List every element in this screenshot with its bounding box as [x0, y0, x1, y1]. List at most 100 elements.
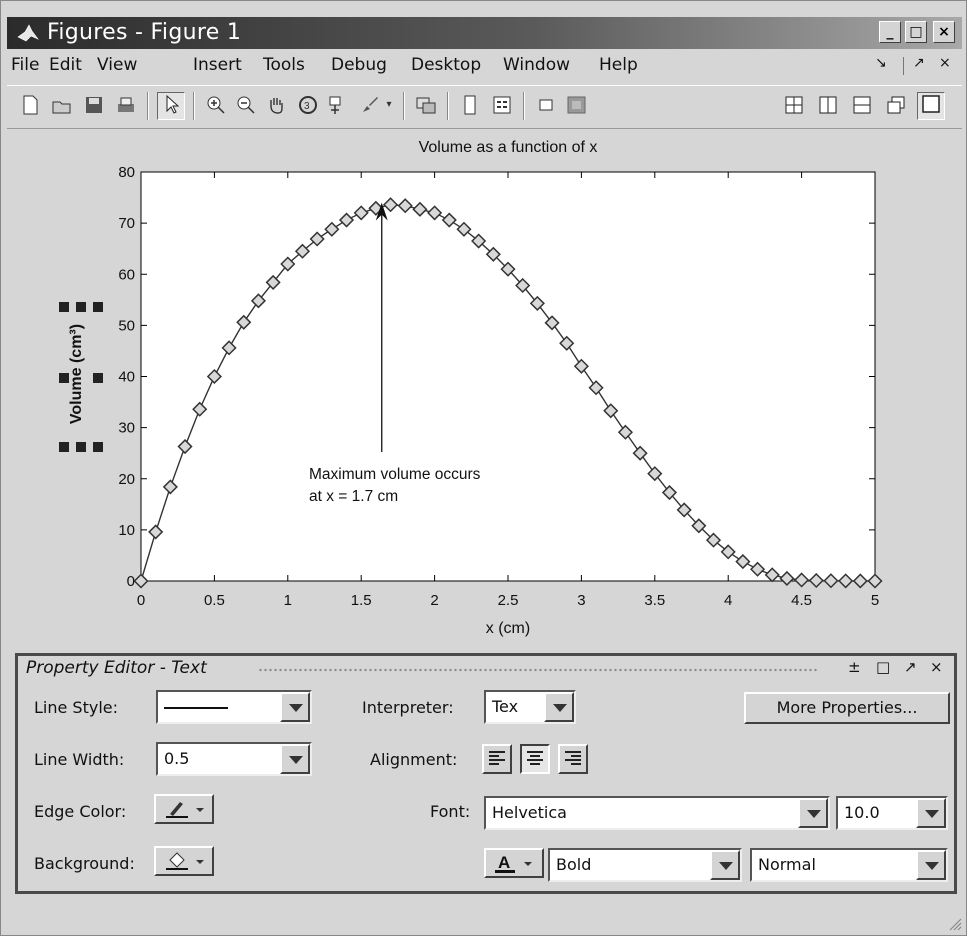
menu-bar: File Edit View Insert Tools Debug Deskto… [7, 53, 962, 79]
align-right-button[interactable] [558, 744, 588, 774]
font-label: Font: [430, 802, 471, 821]
interpreter-dropdown-button[interactable] [544, 692, 574, 722]
selection-handle[interactable] [59, 373, 69, 383]
y-tick-label: 30 [118, 420, 135, 437]
selection-handle[interactable] [93, 302, 103, 312]
maximize-icon[interactable] [917, 92, 945, 120]
align-left-button[interactable] [482, 744, 512, 774]
menu-tools[interactable]: Tools [263, 55, 305, 75]
new-figure-icon[interactable] [19, 94, 41, 116]
more-properties-button[interactable]: More Properties... [744, 692, 950, 724]
toolbar-separator [403, 92, 405, 120]
float-icon[interactable] [885, 94, 907, 116]
line-width-value: 0.5 [164, 749, 190, 768]
plot-svg[interactable]: Volume as a function of x x (cm) Volume … [7, 129, 962, 641]
align-right-icon [565, 751, 581, 765]
rotate-3d-icon[interactable]: 3 [297, 94, 319, 116]
link-plot-icon[interactable] [415, 94, 437, 116]
drag-grip[interactable] [258, 668, 818, 672]
line-style-dropdown-button[interactable] [280, 692, 310, 722]
selection-handle[interactable] [93, 373, 103, 383]
y-axis-label-group[interactable]: Volume (cm³) [59, 302, 103, 452]
select-arrow-icon[interactable] [157, 92, 185, 120]
menu-insert[interactable]: Insert [193, 55, 242, 75]
data-cursor-icon[interactable] [327, 94, 349, 116]
legend-icon[interactable] [491, 94, 513, 116]
minimize-button[interactable]: _ [879, 21, 901, 43]
menu-help[interactable]: Help [599, 55, 638, 75]
x-tick-label: 3.5 [644, 592, 665, 609]
pe-close-icon[interactable]: × [930, 658, 943, 676]
brush-dropdown-icon[interactable]: ▾ [383, 94, 395, 116]
menu-file[interactable]: File [11, 55, 39, 75]
menu-window[interactable]: Window [503, 55, 570, 75]
pe-undock-icon[interactable]: ↗ [904, 658, 917, 676]
font-angle-value: Normal [758, 855, 816, 874]
menu-debug[interactable]: Debug [331, 55, 387, 75]
zoom-out-icon[interactable] [235, 94, 257, 116]
menu-view[interactable]: View [97, 55, 137, 75]
annotation-line-1[interactable]: Maximum volume occurs [309, 466, 481, 483]
undock-icon[interactable]: ↗ [913, 55, 925, 71]
font-weight-value: Bold [556, 855, 592, 874]
close-button[interactable]: × [933, 21, 955, 43]
edge-color-button[interactable] [154, 794, 214, 824]
chart-title: Volume as a function of x [419, 139, 598, 156]
resize-grip-icon[interactable] [946, 915, 962, 931]
y-tick-label: 40 [118, 369, 135, 386]
edge-color-icon [166, 802, 204, 818]
colorbar-icon[interactable] [459, 94, 481, 116]
font-name-dropdown-button[interactable] [798, 798, 828, 828]
x-tick-label: 4 [724, 592, 732, 609]
selection-handle[interactable] [76, 442, 86, 452]
menu-edit[interactable]: Edit [49, 55, 82, 75]
font-name-select[interactable]: Helvetica [484, 796, 830, 830]
text-color-button[interactable]: A [484, 848, 544, 878]
tile-rows-icon[interactable] [851, 94, 873, 116]
font-weight-dropdown-button[interactable] [710, 850, 740, 880]
tile-columns-icon[interactable] [817, 94, 839, 116]
brush-icon[interactable] [359, 94, 381, 116]
axes-background [140, 171, 876, 582]
y-tick-label: 50 [118, 317, 135, 334]
property-editor-header: Property Editor - Text ± □ ↗ × [18, 656, 954, 682]
line-width-dropdown-button[interactable] [280, 744, 310, 774]
maximize-button[interactable]: □ [905, 21, 927, 43]
y-tick-label: 10 [118, 522, 135, 539]
background-color-button[interactable] [154, 846, 214, 876]
dock-icon[interactable]: ↘ [875, 55, 887, 71]
y-axis-label[interactable]: Volume (cm³) [68, 324, 85, 424]
tile-grid-icon[interactable] [783, 94, 805, 116]
background-label: Background: [34, 854, 135, 873]
zoom-in-icon[interactable] [205, 94, 227, 116]
hide-plot-tools-icon[interactable] [535, 94, 557, 116]
menu-desktop[interactable]: Desktop [411, 55, 481, 75]
toolbar-separator [147, 92, 149, 120]
pin-icon[interactable]: ± [848, 658, 861, 676]
font-angle-dropdown-button[interactable] [916, 850, 946, 880]
font-size-dropdown-button[interactable] [916, 798, 946, 828]
align-center-button[interactable] [520, 744, 550, 774]
selection-handle[interactable] [93, 442, 103, 452]
menu-close-icon[interactable]: × [939, 55, 951, 71]
open-file-icon[interactable] [51, 94, 73, 116]
interpreter-value: Tex [492, 697, 519, 716]
figure-canvas[interactable]: Volume as a function of x x (cm) Volume … [7, 129, 962, 641]
selection-handle[interactable] [59, 302, 69, 312]
selection-handle[interactable] [59, 442, 69, 452]
line-width-label: Line Width: [34, 750, 125, 769]
x-tick-label: 2 [430, 592, 438, 609]
show-plot-tools-icon[interactable] [565, 94, 587, 116]
annotation-line-2[interactable]: at x = 1.7 cm [309, 488, 398, 505]
property-editor-panel: Property Editor - Text ± □ ↗ × Line Styl… [15, 653, 957, 894]
x-tick-label: 0 [137, 592, 145, 609]
selection-handle[interactable] [76, 302, 86, 312]
pan-hand-icon[interactable] [265, 94, 287, 116]
title-bar[interactable]: Figures - Figure 1 _ □ × [7, 17, 962, 49]
pe-maximize-icon[interactable]: □ [876, 658, 890, 676]
x-tick-label: 1 [284, 592, 292, 609]
x-tick-label: 4.5 [791, 592, 812, 609]
print-icon[interactable] [115, 94, 137, 116]
save-icon[interactable] [83, 94, 105, 116]
solid-line-swatch [164, 707, 228, 709]
